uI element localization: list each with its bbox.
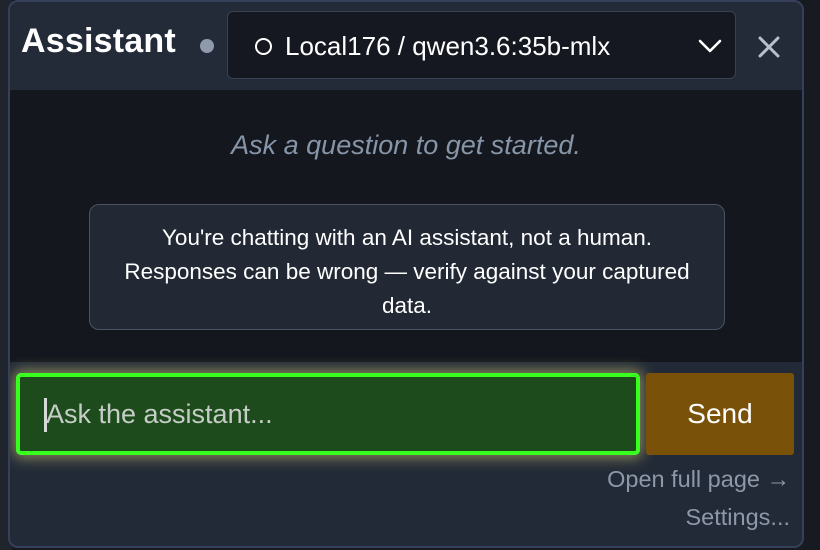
model-select[interactable]: Local176 / qwen3.6:35b-mlx xyxy=(227,11,736,79)
panel-header: Assistant Local176 / qwen3.6:35b-mlx xyxy=(10,2,802,90)
chat-area: Ask a question to get started. You're ch… xyxy=(10,90,802,362)
chevron-down-icon xyxy=(698,39,722,53)
status-dot-icon xyxy=(200,39,214,53)
settings-link[interactable]: Settings... xyxy=(686,504,791,531)
empty-state-hint: Ask a question to get started. xyxy=(231,130,581,160)
close-icon[interactable] xyxy=(752,30,786,64)
panel-title: Assistant xyxy=(21,22,176,60)
assistant-panel: Assistant Local176 / qwen3.6:35b-mlx Ask… xyxy=(8,0,804,548)
ai-disclaimer: You're chatting with an AI assistant, no… xyxy=(89,204,725,330)
message-input-wrapper xyxy=(16,373,640,455)
open-full-page-link[interactable]: Open full page → xyxy=(607,466,790,493)
text-caret xyxy=(44,398,47,432)
send-button[interactable]: Send xyxy=(646,373,794,455)
model-select-value: Local176 / qwen3.6:35b-mlx xyxy=(285,31,611,61)
message-input[interactable] xyxy=(20,377,636,451)
ring-icon xyxy=(255,38,272,55)
